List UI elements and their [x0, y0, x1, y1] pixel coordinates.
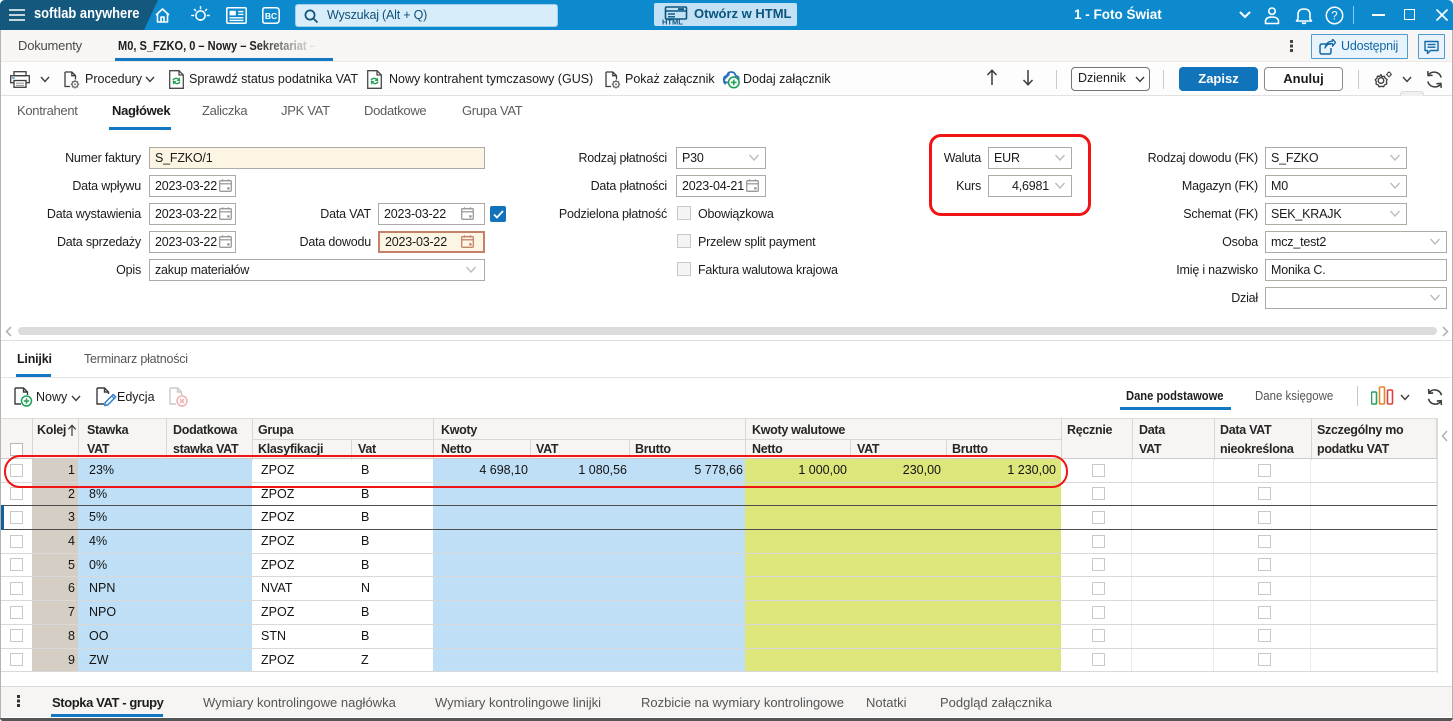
svg-text:?: ? [1331, 11, 1337, 23]
svg-text:BC: BC [265, 11, 277, 21]
svg-text:HTML: HTML [662, 18, 683, 26]
